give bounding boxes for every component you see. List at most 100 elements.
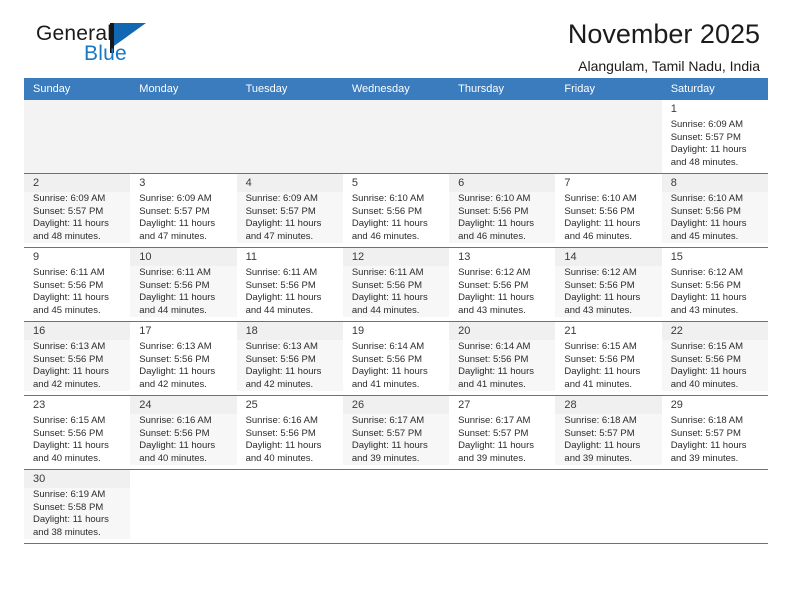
page-header: General Blue November 2025 Alangulam, Ta… [24, 0, 768, 74]
daylight-text-line2: and 40 minutes. [139, 452, 207, 464]
calendar-day-content: 27 Sunrise: 6:17 AM Sunset: 5:57 PM Dayligh… [449, 396, 555, 469]
calendar-day-cell[interactable]: 16 Sunrise: 6:13 AM Sunset: 5:56 PM Dayligh… [24, 321, 131, 396]
calendar-day-content: 20 Sunrise: 6:14 AM Sunset: 5:56 PM Dayligh… [449, 322, 556, 395]
sunset-text: Sunset: 5:56 PM [458, 353, 529, 365]
daylight-text-line2: and 41 minutes. [458, 378, 526, 390]
day-number: 2 [24, 174, 131, 192]
calendar-day-content: 14 Sunrise: 6:12 AM Sunset: 5:56 PM Dayligh… [555, 248, 662, 321]
calendar-empty-cell [449, 470, 555, 543]
day-details: Sunrise: 6:09 AM Sunset: 5:57 PM Daylight:… [24, 192, 131, 244]
calendar-day-cell[interactable]: 6 Sunrise: 6:10 AM Sunset: 5:56 PM Daylight… [449, 173, 556, 248]
calendar-day-cell[interactable]: 25 Sunrise: 6:16 AM Sunset: 5:56 PM Dayligh… [236, 395, 343, 470]
day-details: Sunrise: 6:09 AM Sunset: 5:57 PM Daylight:… [236, 192, 343, 244]
daylight-text-line1: Daylight: 11 hours [458, 218, 534, 230]
sunset-text: Sunset: 5:56 PM [670, 205, 741, 217]
calendar-day-cell[interactable]: 19 Sunrise: 6:14 AM Sunset: 5:56 PM Dayligh… [342, 321, 450, 396]
day-number: 4 [236, 174, 343, 192]
calendar-day-cell[interactable] [342, 100, 450, 174]
calendar-header-row-group: Sunday Monday Tuesday Wednesday Thursday… [24, 78, 768, 100]
sunset-text: Sunset: 5:57 PM [245, 205, 316, 217]
calendar-day-cell[interactable]: 9 Sunrise: 6:11 AM Sunset: 5:56 PM Daylight… [24, 247, 131, 322]
daylight-text-line1: Daylight: 11 hours [670, 218, 747, 230]
calendar-day-cell[interactable] [555, 100, 662, 174]
calendar-day-cell[interactable]: 27 Sunrise: 6:17 AM Sunset: 5:57 PM Dayligh… [449, 395, 556, 470]
calendar-day-cell[interactable]: 10 Sunrise: 6:11 AM Sunset: 5:56 PM Dayligh… [130, 247, 237, 322]
calendar-day-cell[interactable]: 23 Sunrise: 6:15 AM Sunset: 5:56 PM Dayligh… [24, 395, 131, 470]
calendar-page: General Blue November 2025 Alangulam, Ta… [0, 0, 792, 612]
day-details: Sunrise: 6:15 AM Sunset: 5:56 PM Daylight:… [555, 340, 661, 391]
calendar-day-cell[interactable] [236, 100, 343, 174]
sunset-text: Sunset: 5:56 PM [670, 353, 741, 365]
calendar-day-cell[interactable]: 11 Sunrise: 6:11 AM Sunset: 5:56 PM Dayligh… [236, 247, 343, 322]
calendar-day-cell[interactable]: 8 Sunrise: 6:10 AM Sunset: 5:56 PM Daylight… [661, 173, 768, 248]
calendar-day-cell[interactable]: 22 Sunrise: 6:15 AM Sunset: 5:56 PM Dayligh… [661, 321, 768, 396]
general-blue-logo[interactable]: General Blue [24, 18, 174, 70]
day-number: 25 [245, 399, 258, 411]
day-number: 29 [670, 399, 683, 411]
calendar-day-content: 10 Sunrise: 6:11 AM Sunset: 5:56 PM Dayligh… [130, 248, 237, 321]
calendar-day-content: 3 Sunrise: 6:09 AM Sunset: 5:57 PM Daylight… [130, 174, 236, 247]
calendar-day-cell[interactable]: 14 Sunrise: 6:12 AM Sunset: 5:56 PM Dayligh… [555, 247, 662, 322]
day-number: 26 [342, 396, 450, 414]
calendar-day-content: 1 Sunrise: 6:09 AM Sunset: 5:57 PM Daylight… [662, 100, 768, 173]
calendar-day-cell[interactable]: 15 Sunrise: 6:12 AM Sunset: 5:56 PM Dayligh… [661, 247, 768, 322]
day-details: Sunrise: 6:17 AM Sunset: 5:57 PM Daylight:… [342, 414, 450, 466]
day-details: Sunrise: 6:11 AM Sunset: 5:56 PM Daylight:… [342, 266, 450, 318]
daylight-text-line2: and 41 minutes. [351, 378, 420, 390]
calendar-day-cell[interactable]: 17 Sunrise: 6:13 AM Sunset: 5:56 PM Dayligh… [130, 321, 237, 396]
calendar-day-cell[interactable] [449, 100, 556, 174]
calendar-day-cell[interactable] [236, 469, 343, 544]
daylight-text-line1: Daylight: 11 hours [139, 292, 216, 304]
sunset-text: Sunset: 5:57 PM [670, 131, 741, 143]
calendar-day-content: 16 Sunrise: 6:13 AM Sunset: 5:56 PM Dayligh… [24, 322, 131, 395]
calendar-day-cell[interactable]: 3 Sunrise: 6:09 AM Sunset: 5:57 PM Daylight… [130, 173, 237, 248]
day-number: 12 [342, 248, 450, 266]
calendar-day-cell[interactable]: 7 Sunrise: 6:10 AM Sunset: 5:56 PM Daylight… [555, 173, 662, 248]
daylight-text-line1: Daylight: 11 hours [245, 218, 322, 230]
sunset-text: Sunset: 5:58 PM [33, 501, 104, 513]
calendar-day-cell[interactable]: 20 Sunrise: 6:14 AM Sunset: 5:56 PM Dayligh… [449, 321, 556, 396]
daylight-text-line2: and 40 minutes. [670, 378, 739, 390]
calendar-day-cell[interactable] [24, 100, 131, 174]
calendar-day-cell[interactable] [661, 469, 768, 544]
calendar-empty-cell [342, 100, 450, 173]
calendar-day-cell[interactable]: 26 Sunrise: 6:17 AM Sunset: 5:57 PM Dayligh… [342, 395, 450, 470]
sunrise-text: Sunrise: 6:10 AM [351, 193, 425, 204]
calendar-day-cell[interactable]: 29 Sunrise: 6:18 AM Sunset: 5:57 PM Dayligh… [661, 395, 768, 470]
calendar-day-cell[interactable]: 30 Sunrise: 6:19 AM Sunset: 5:58 PM Dayligh… [24, 469, 131, 544]
calendar-day-cell[interactable]: 1 Sunrise: 6:09 AM Sunset: 5:57 PM Daylight… [661, 100, 768, 174]
calendar-day-cell[interactable] [342, 469, 450, 544]
daylight-text-line2: and 38 minutes. [33, 526, 101, 538]
day-number: 15 [670, 251, 683, 263]
day-number: 13 [458, 251, 471, 263]
daylight-text-line2: and 43 minutes. [458, 304, 526, 316]
sunset-text: Sunset: 5:56 PM [351, 279, 423, 291]
calendar-day-cell[interactable]: 5 Sunrise: 6:10 AM Sunset: 5:56 PM Daylight… [342, 173, 450, 248]
calendar-day-cell[interactable]: 28 Sunrise: 6:18 AM Sunset: 5:57 PM Dayligh… [555, 395, 662, 470]
day-details: Sunrise: 6:13 AM Sunset: 5:56 PM Daylight:… [236, 340, 343, 392]
daylight-text-line2: and 47 minutes. [245, 230, 314, 242]
calendar-day-cell[interactable]: 2 Sunrise: 6:09 AM Sunset: 5:57 PM Daylight… [24, 173, 131, 248]
day-details: Sunrise: 6:11 AM Sunset: 5:56 PM Daylight:… [130, 266, 237, 318]
day-number: 30 [24, 470, 131, 488]
calendar-day-cell[interactable]: 13 Sunrise: 6:12 AM Sunset: 5:56 PM Dayligh… [449, 247, 556, 322]
weekday-header-wednesday: Wednesday [342, 78, 450, 100]
calendar-day-cell[interactable]: 4 Sunrise: 6:09 AM Sunset: 5:57 PM Daylight… [236, 173, 343, 248]
calendar-day-cell[interactable] [130, 469, 237, 544]
daylight-text-line1: Daylight: 11 hours [564, 218, 641, 230]
logo-text-blue: Blue [84, 42, 127, 65]
day-number: 3 [139, 177, 146, 189]
calendar-day-cell[interactable]: 21 Sunrise: 6:15 AM Sunset: 5:56 PM Dayligh… [555, 321, 662, 396]
sunset-text: Sunset: 5:56 PM [139, 279, 210, 291]
calendar-empty-cell [449, 100, 556, 173]
calendar-day-cell[interactable]: 24 Sunrise: 6:16 AM Sunset: 5:56 PM Dayligh… [130, 395, 237, 470]
day-details: Sunrise: 6:09 AM Sunset: 5:57 PM Daylight:… [662, 118, 768, 169]
calendar-day-cell[interactable] [130, 100, 237, 174]
calendar-day-cell[interactable] [449, 469, 556, 544]
calendar-day-cell[interactable] [555, 469, 662, 544]
calendar-day-content: 4 Sunrise: 6:09 AM Sunset: 5:57 PM Daylight… [236, 174, 343, 247]
calendar-day-cell[interactable]: 18 Sunrise: 6:13 AM Sunset: 5:56 PM Dayligh… [236, 321, 343, 396]
calendar-day-cell[interactable]: 12 Sunrise: 6:11 AM Sunset: 5:56 PM Dayligh… [342, 247, 450, 322]
sunrise-text: Sunrise: 6:16 AM [139, 415, 212, 426]
page-title: November 2025 [567, 19, 760, 49]
